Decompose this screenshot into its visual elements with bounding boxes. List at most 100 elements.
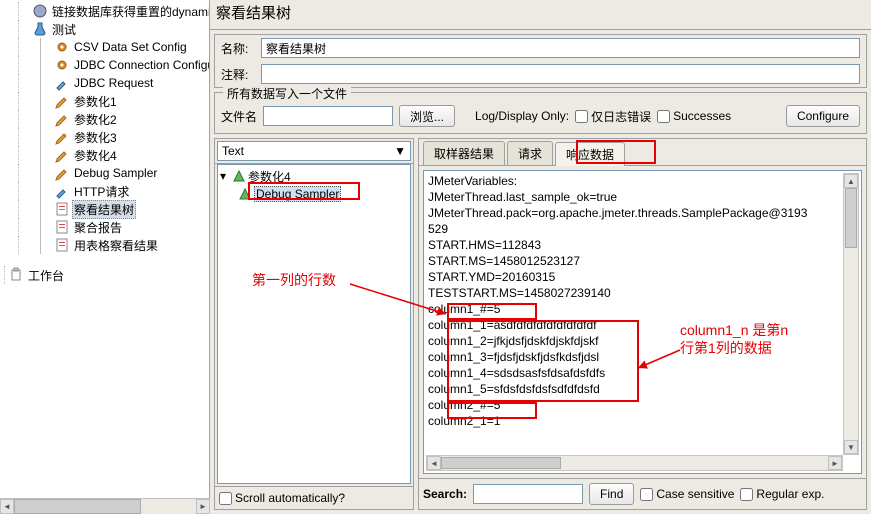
response-line: column1_1=asdfdfdfdfdfdfdfdfdf — [428, 317, 857, 333]
dropper-icon — [54, 183, 70, 199]
response-line: column1_5=sfdsfdsfdsfsdfdfdsfd — [428, 381, 857, 397]
response-line: column1_4=sdsdsasfsfdsafdsfdfs — [428, 365, 857, 381]
search-input[interactable] — [473, 484, 583, 504]
tree-label: 聚合报告 — [72, 219, 124, 236]
tree-label: Debug Sampler — [72, 166, 159, 180]
sampler-root-node[interactable]: ▾ 参数化4 — [220, 167, 408, 185]
tree-label: 链接数据库获得重置的dynamic — [50, 3, 210, 20]
properties-panel: 名称: 注释: — [214, 34, 867, 88]
tab-response-data[interactable]: 响应数据 — [555, 142, 625, 166]
name-label: 名称: — [221, 40, 261, 57]
sampler-label: 参数化4 — [248, 168, 291, 185]
search-label: Search: — [423, 487, 467, 501]
tree-label: 工作台 — [26, 267, 66, 284]
workbench-node[interactable]: 工作台 — [4, 266, 209, 284]
tab-sampler-result[interactable]: 取样器结果 — [423, 141, 505, 165]
chevron-down-icon: ▼ — [394, 144, 406, 158]
tree-label: 测试 — [50, 21, 78, 38]
tree-label: CSV Data Set Config — [72, 40, 189, 54]
page-title: 察看结果树 — [210, 0, 871, 30]
tree-node[interactable]: 链接数据库获得重置的dynamic — [4, 2, 209, 20]
pencil-icon — [54, 129, 70, 145]
sampler-label: Debug Sampler — [254, 186, 341, 202]
scroll-auto-checkbox[interactable]: Scroll automatically? — [219, 491, 345, 505]
errors-checkbox[interactable]: 仅日志错误 — [575, 108, 651, 125]
response-line: column1_3=fjdsfjdskfjdsfkdsfjdsl — [428, 349, 857, 365]
tree-node[interactable]: HTTP请求 — [4, 182, 209, 200]
v-scrollbar[interactable]: ▲▼ — [843, 173, 859, 455]
tree-node[interactable]: 用表格察看结果 — [4, 236, 209, 254]
response-line: JMeterVariables: — [428, 173, 857, 189]
pencil-icon — [54, 93, 70, 109]
pencil-icon — [54, 165, 70, 181]
sampler-tree-panel: Text ▼ ▾ 参数化4 Debug Sampler — [214, 138, 414, 510]
tree-label: 参数化1 — [72, 93, 119, 110]
renderer-dropdown[interactable]: Text ▼ — [217, 141, 411, 161]
clipboard-icon — [8, 267, 24, 283]
response-textarea[interactable]: JMeterVariables: JMeterThread.last_sampl… — [423, 170, 862, 474]
tab-request[interactable]: 请求 — [507, 141, 553, 165]
successes-checkbox[interactable]: Successes — [657, 109, 731, 123]
response-line: 529 — [428, 221, 857, 237]
disk-icon — [32, 3, 48, 19]
tree-node[interactable]: Debug Sampler — [4, 164, 209, 182]
response-line: TESTSTART.MS=1458027239140 — [428, 285, 857, 301]
nav-tree-panel: 链接数据库获得重置的dynamic 测试 CSV Data Set Config… — [0, 0, 210, 514]
case-sensitive-checkbox[interactable]: Case sensitive — [640, 487, 734, 501]
collapse-icon[interactable]: ▾ — [220, 169, 232, 183]
tree-label: HTTP请求 — [72, 183, 131, 200]
pencil-icon — [54, 111, 70, 127]
flask-icon — [32, 21, 48, 37]
tree-node[interactable]: JDBC Request — [4, 74, 209, 92]
regex-checkbox[interactable]: Regular exp. — [740, 487, 824, 501]
file-group-legend: 所有数据写入一个文件 — [223, 85, 351, 102]
response-line: START.HMS=112843 — [428, 237, 857, 253]
tree-node[interactable]: CSV Data Set Config — [4, 38, 209, 56]
paper-icon — [54, 219, 70, 235]
tree-label: 参数化2 — [72, 111, 119, 128]
gear-icon — [54, 57, 70, 73]
tree-node[interactable]: 参数化1 — [4, 92, 209, 110]
tree-label: 参数化4 — [72, 147, 119, 164]
h-scrollbar[interactable]: ◄► — [426, 455, 843, 471]
comment-label: 注释: — [221, 66, 261, 83]
logonly-label: Log/Display Only: — [475, 109, 569, 123]
name-field[interactable] — [261, 38, 860, 58]
tree-node-selected[interactable]: 察看结果树 — [4, 200, 209, 218]
paper-icon — [54, 201, 70, 217]
response-line: column1_#=5 — [428, 301, 857, 317]
tree-node[interactable]: 参数化4 — [4, 146, 209, 164]
response-line: column1_2=jfkjdsfjdskfdjskfdjskf — [428, 333, 857, 349]
ok-icon — [238, 187, 252, 201]
browse-button[interactable]: 浏览... — [399, 105, 455, 127]
response-line: column2_1=1 — [428, 413, 857, 429]
dropper-icon — [54, 75, 70, 91]
tree-node[interactable]: 参数化2 — [4, 110, 209, 128]
filename-label: 文件名 — [221, 108, 257, 125]
gear-icon — [54, 39, 70, 55]
response-line: START.MS=1458012523127 — [428, 253, 857, 269]
response-line: START.YMD=20160315 — [428, 269, 857, 285]
response-line: column2_#=5 — [428, 397, 857, 413]
comment-field[interactable] — [261, 64, 860, 84]
file-output-group: 所有数据写入一个文件 文件名 浏览... Log/Display Only: 仅… — [214, 92, 867, 134]
result-tabs: 取样器结果 请求 响应数据 — [419, 139, 866, 166]
tree-node[interactable]: JDBC Connection Configurat — [4, 56, 209, 74]
tree-label: 用表格察看结果 — [72, 237, 160, 254]
tree-node[interactable]: 参数化3 — [4, 128, 209, 146]
find-button[interactable]: Find — [589, 483, 634, 505]
response-line: JMeterThread.last_sample_ok=true — [428, 189, 857, 205]
tree-label: JDBC Request — [72, 76, 155, 90]
tree-h-scrollbar[interactable]: ◄► — [0, 498, 210, 514]
result-panel: 取样器结果 请求 响应数据 JMeterVariables: JMeterThr… — [418, 138, 867, 510]
ok-icon — [232, 169, 246, 183]
filename-field[interactable] — [263, 106, 393, 126]
sampler-child-node[interactable]: Debug Sampler — [220, 185, 408, 203]
response-line: JMeterThread.pack=org.apache.jmeter.thre… — [428, 205, 857, 221]
tree-label: 察看结果树 — [72, 200, 136, 219]
sampler-tree[interactable]: ▾ 参数化4 Debug Sampler — [217, 164, 411, 484]
configure-button[interactable]: Configure — [786, 105, 860, 127]
tree-label: JDBC Connection Configurat — [72, 58, 210, 72]
tree-node[interactable]: 聚合报告 — [4, 218, 209, 236]
tree-node[interactable]: 测试 — [4, 20, 209, 38]
